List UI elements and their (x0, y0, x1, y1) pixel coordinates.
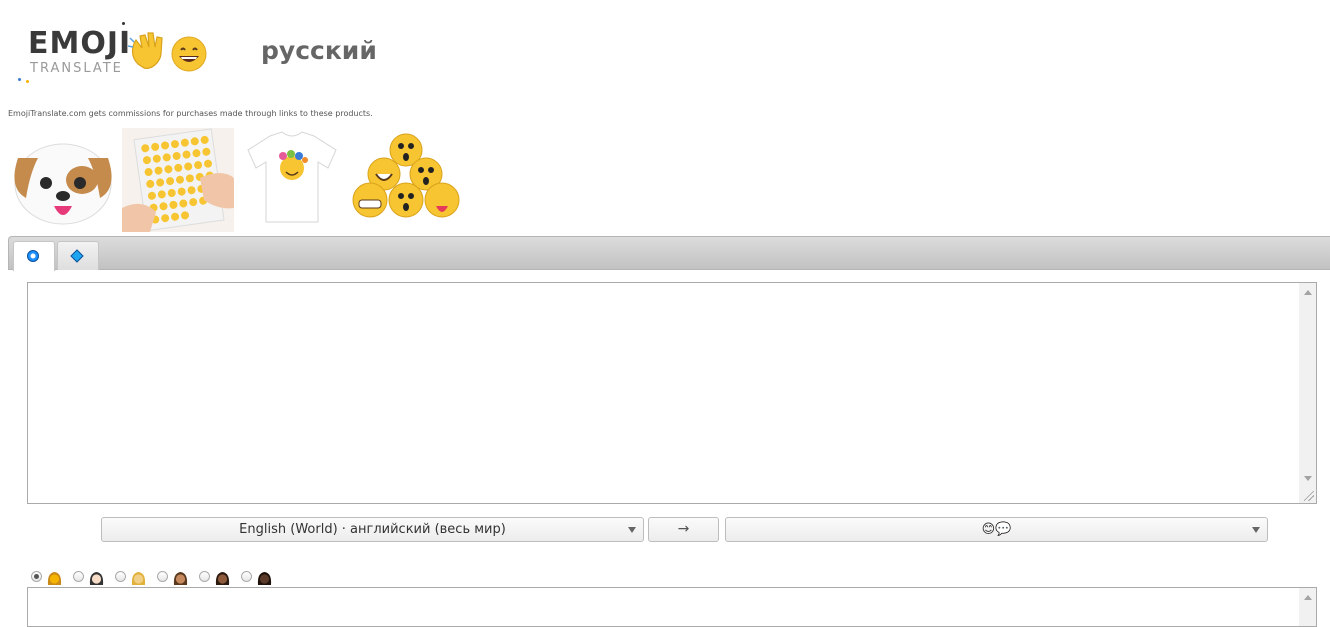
person-face-icon (47, 572, 62, 585)
blue-ring-icon (27, 250, 39, 262)
chevron-down-icon (628, 527, 636, 533)
skin-tone-option[interactable] (73, 569, 113, 587)
resize-grip-icon[interactable] (1304, 491, 1314, 501)
tab-emoji-keyboard[interactable] (57, 241, 99, 270)
person-face-icon (215, 572, 230, 585)
skin-tone-radio[interactable] (241, 571, 252, 582)
scroll-down-icon[interactable] (1304, 476, 1312, 481)
input-scrollbar[interactable] (1299, 283, 1316, 503)
skin-tone-radio[interactable] (73, 571, 84, 582)
product-sticker-sheet[interactable] (122, 128, 234, 232)
person-face-icon (89, 572, 104, 585)
skin-tone-radio[interactable] (199, 571, 210, 582)
product-dog-pillow[interactable] (8, 128, 118, 232)
product-emoji-plush-pyramid[interactable] (350, 128, 462, 232)
logo-dot (122, 22, 125, 25)
skin-tone-option[interactable] (199, 569, 239, 587)
source-language-select[interactable]: English (World) · английский (весь мир) (101, 517, 644, 542)
output-scrollbar[interactable] (1299, 588, 1316, 626)
blue-diamond-icon (70, 249, 84, 263)
person-face-icon (173, 572, 188, 585)
skin-tone-option[interactable] (115, 569, 155, 587)
affiliate-disclosure: EmojiTranslate.com gets commissions for … (8, 109, 373, 118)
target-language-select[interactable]: 😊💬 (725, 517, 1268, 542)
product-emoji-tshirt[interactable] (240, 128, 344, 232)
grinning-face-icon (171, 36, 207, 72)
logo-word: EMOJI (28, 26, 132, 61)
mode-tab-bar (8, 236, 1330, 271)
skin-tone-radio[interactable] (115, 571, 126, 582)
skin-tone-radio[interactable] (157, 571, 168, 582)
source-language-value: English (World) · английский (весь мир) (239, 522, 506, 537)
logo[interactable]: EMOJI TRANSLATE (18, 20, 218, 86)
scroll-up-icon[interactable] (1304, 290, 1312, 295)
person-face-icon (131, 572, 146, 585)
swap-direction-button[interactable]: → (648, 517, 719, 542)
logo-dot (26, 80, 29, 83)
skin-tone-option[interactable] (31, 569, 71, 587)
logo-dot (18, 78, 21, 81)
tab-text-to-emoji[interactable] (13, 241, 55, 271)
logo-subtitle: TRANSLATE (30, 61, 123, 76)
source-text-input[interactable] (27, 282, 1317, 504)
target-language-value: 😊💬 (981, 522, 1012, 537)
waving-hand-icon (127, 32, 163, 69)
language-title[interactable]: русский (261, 36, 377, 65)
skin-tone-option[interactable] (241, 569, 281, 587)
scroll-up-icon[interactable] (1304, 595, 1312, 600)
emoji-output-textarea[interactable] (27, 587, 1317, 627)
skin-tone-radio[interactable] (31, 571, 42, 582)
skin-tone-option[interactable] (157, 569, 197, 587)
person-face-icon (257, 572, 272, 585)
chevron-down-icon (1252, 527, 1260, 533)
